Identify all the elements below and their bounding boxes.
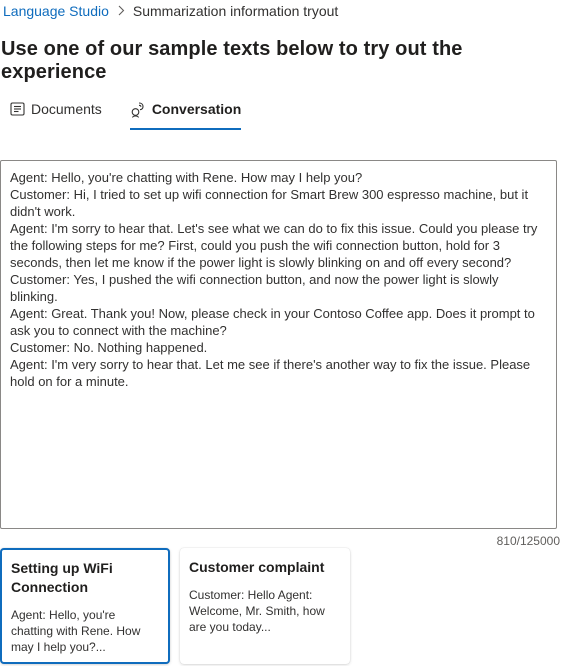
sample-card-title: Customer complaint (189, 559, 325, 575)
chevron-right-icon (118, 4, 125, 19)
sample-card-title: Setting up WiFi Connection (11, 560, 113, 595)
conversation-text-input[interactable]: Agent: Hello, you're chatting with Rene.… (0, 160, 557, 529)
sample-card-description: Customer: Hello Agent: Welcome, Mr. Smit… (189, 588, 325, 634)
breadcrumb-current-page: Summarization information tryout (132, 3, 339, 19)
page-title: Use one of our sample texts below to try… (1, 38, 463, 83)
breadcrumb: Language Studio Summarization informatio… (3, 3, 338, 19)
conversation-icon (130, 101, 146, 118)
sample-card-description: Agent: Hello, you're chatting with Rene.… (11, 608, 141, 654)
character-count: 810/125000 (496, 534, 560, 548)
tab-conversation-label: Conversation (151, 101, 242, 117)
breadcrumb-language-studio-link[interactable]: Language Studio (3, 3, 109, 19)
sample-type-tabs: Documents Conversation (0, 96, 242, 130)
tab-documents[interactable]: Documents (10, 96, 102, 122)
tab-conversation[interactable]: Conversation (129, 96, 242, 130)
tab-documents-label: Documents (31, 101, 102, 117)
sample-card-customer-complaint[interactable]: Customer complaint Customer: Hello Agent… (180, 548, 350, 664)
sample-card-wifi-setup[interactable]: Setting up WiFi Connection Agent: Hello,… (0, 548, 170, 664)
document-icon (10, 102, 25, 116)
